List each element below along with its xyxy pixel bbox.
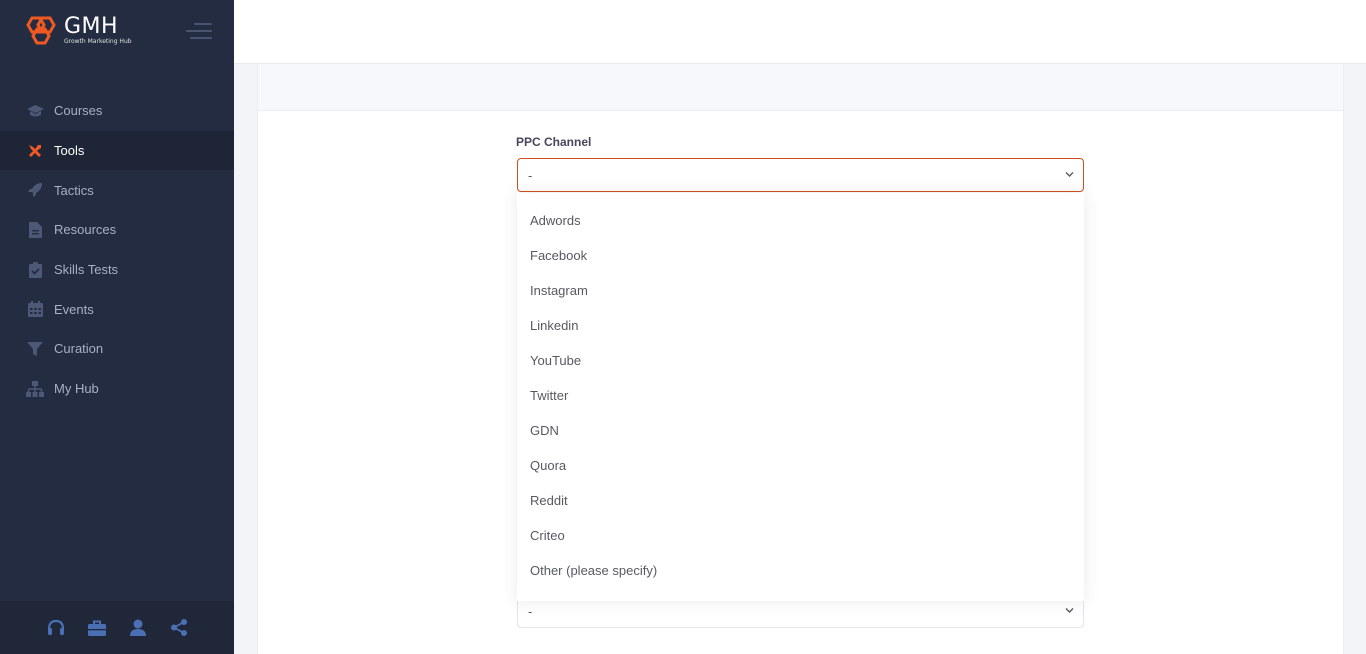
sidebar-item-label: Skills Tests [54, 262, 119, 278]
option-label: Adwords [530, 213, 581, 228]
headset-icon[interactable] [46, 618, 65, 637]
option-label: Linkedin [530, 318, 579, 333]
dropdown-option-linkedin[interactable]: Linkedin [517, 308, 1084, 343]
dropdown-option-reddit[interactable]: Reddit [517, 483, 1084, 518]
sidebar-item-label: My Hub [54, 381, 99, 397]
sidebar-item-label: Tools [54, 143, 85, 159]
sidebar-item-resources[interactable]: Resources [0, 210, 234, 250]
tools-icon [26, 142, 44, 160]
sidebar-item-events[interactable]: Events [0, 289, 234, 329]
dropdown-option-criteo[interactable]: Criteo [517, 518, 1084, 553]
sidebar-item-label: Tactics [54, 182, 94, 198]
option-label: Other (please specify) [530, 563, 658, 578]
option-label: Instagram [530, 283, 588, 298]
file-icon [26, 221, 44, 239]
brand-logo[interactable]: GMH Growth Marketing Hub [22, 14, 132, 48]
dropdown-option-adwords[interactable]: Adwords [517, 203, 1084, 238]
rocket-icon [26, 181, 44, 199]
gmh-logo-icon [26, 16, 56, 45]
option-label: YouTube [530, 353, 582, 368]
sidebar-item-label: Courses [54, 103, 103, 119]
sitemap-icon [26, 380, 44, 398]
sidebar-item-courses[interactable]: Courses [0, 91, 234, 131]
share-icon[interactable] [169, 618, 188, 637]
dropdown-option-twitter[interactable]: Twitter [517, 378, 1084, 413]
briefcase-icon[interactable] [87, 618, 106, 637]
option-label: Reddit [530, 493, 568, 508]
filter-icon [26, 340, 44, 358]
sidebar-item-tools[interactable]: Tools [0, 130, 234, 171]
select-value: - [528, 167, 533, 183]
dropdown-option-gdn[interactable]: GDN [517, 413, 1084, 448]
sidebar-item-skills-tests[interactable]: Skills Tests [0, 250, 234, 290]
ppc-channel-dropdown: Adwords Facebook Instagram Linkedin YouT… [517, 193, 1084, 601]
graduation-cap-icon [26, 102, 44, 120]
top-header [234, 0, 1366, 64]
sidebar-toggle-button[interactable] [186, 21, 212, 41]
sidebar-footer [0, 601, 234, 654]
sidebar-nav: Courses Tools Tactics Resources Skills T… [0, 91, 234, 409]
dropdown-option-other[interactable]: Other (please specify) [517, 553, 1084, 588]
option-label: GDN [530, 423, 559, 438]
option-label: Facebook [530, 248, 588, 263]
ppc-channel-select[interactable]: - [517, 158, 1084, 192]
sidebar-item-curation[interactable]: Curation [0, 329, 234, 369]
option-label: Quora [530, 458, 567, 473]
sidebar-item-label: Curation [54, 341, 104, 357]
dropdown-option-instagram[interactable]: Instagram [517, 273, 1084, 308]
sidebar-item-label: Events [54, 301, 94, 317]
sidebar-item-my-hub[interactable]: My Hub [0, 369, 234, 409]
ppc-channel-label: PPC Channel [516, 135, 592, 149]
user-icon[interactable] [128, 618, 147, 637]
chevron-down-icon [1065, 608, 1074, 613]
calendar-icon [26, 300, 44, 318]
brand-tagline: Growth Marketing Hub [64, 38, 132, 45]
sidebar-item-label: Resources [54, 222, 117, 238]
dropdown-option-youtube[interactable]: YouTube [517, 343, 1084, 378]
brand-name: GMH [64, 14, 119, 39]
card-header [257, 64, 1344, 111]
sidebar: GMH Growth Marketing Hub Courses Tools T… [0, 0, 234, 654]
dropdown-option-facebook[interactable]: Facebook [517, 238, 1084, 273]
select-value: - [528, 603, 533, 619]
option-label: Twitter [530, 388, 569, 403]
dropdown-option-quora[interactable]: Quora [517, 448, 1084, 483]
sidebar-item-tactics[interactable]: Tactics [0, 170, 234, 210]
chevron-down-icon [1065, 172, 1074, 177]
clipboard-check-icon [26, 261, 44, 279]
option-label: Criteo [530, 528, 565, 543]
